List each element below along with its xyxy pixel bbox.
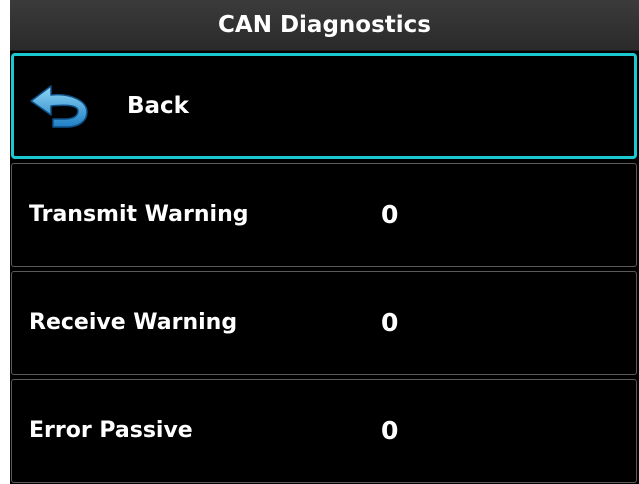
back-button-label: Back (127, 93, 189, 119)
error-passive-value: 0 (381, 416, 399, 445)
receive-warning-label: Receive Warning (29, 310, 238, 335)
back-arrow-icon (30, 85, 88, 128)
transmit-warning-value: 0 (381, 200, 399, 229)
list-item-receive-warning: Receive Warning 0 (11, 271, 637, 375)
receive-warning-value: 0 (381, 308, 399, 337)
error-passive-label: Error Passive (29, 418, 193, 443)
back-button[interactable]: Back (11, 53, 637, 159)
list-item-transmit-warning: Transmit Warning 0 (11, 163, 637, 267)
transmit-warning-label: Transmit Warning (29, 202, 249, 227)
can-diagnostics-screen: CAN Diagnostics Back Transmit Warning 0 … (10, 0, 639, 484)
page-title: CAN Diagnostics (10, 0, 639, 51)
list-item-error-passive: Error Passive 0 (11, 379, 637, 483)
